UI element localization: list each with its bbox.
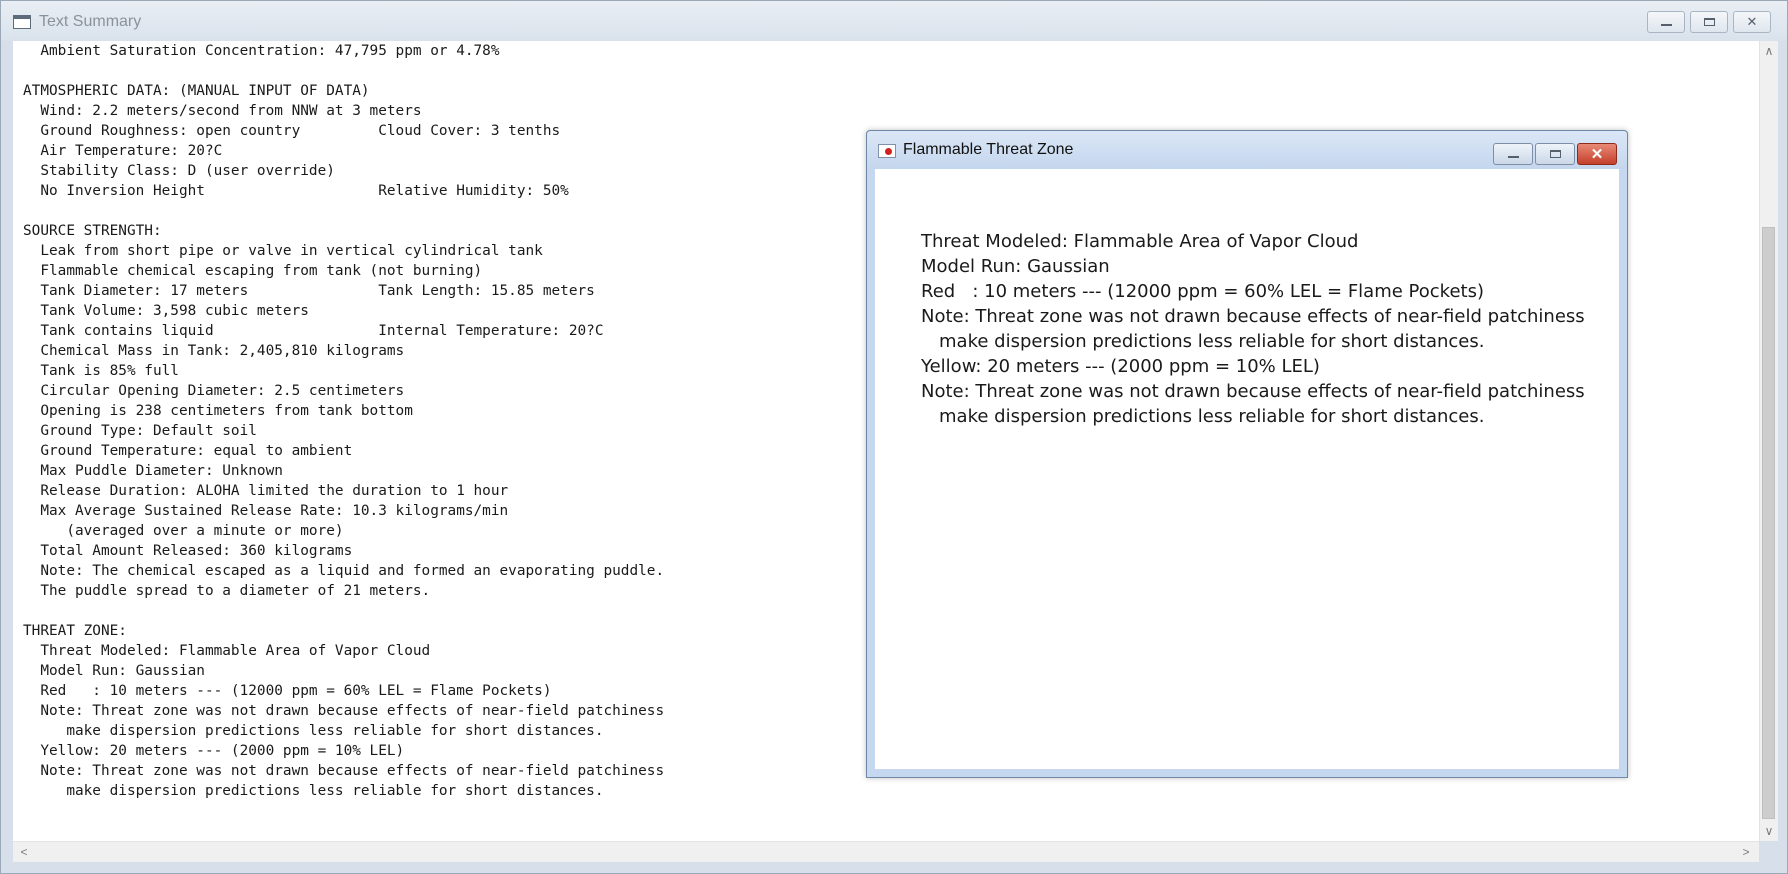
threat-line: make dispersion predictions less reliabl… [939,406,1485,427]
maximize-button[interactable] [1690,11,1728,33]
summary-line: Note: Threat zone was not drawn because … [23,703,665,719]
summary-line: Tank contains liquid Internal Temperatur… [23,323,604,339]
close-button[interactable]: ✕ [1733,11,1771,33]
summary-line: Stability Class: D (user override) [23,163,335,179]
summary-line: Total Amount Released: 360 kilograms [23,543,353,559]
summary-line: Opening is 238 centimeters from tank bot… [23,403,413,419]
threat-lines: Threat Modeled: Flammable Area of Vapor … [921,229,1585,429]
threat-line: make dispersion predictions less reliabl… [939,331,1485,352]
close-icon: ✕ [1746,14,1758,29]
summary-line: Note: Threat zone was not drawn because … [23,763,665,779]
threat-window-title: Flammable Threat Zone [903,141,1074,158]
threat-content: Threat Modeled: Flammable Area of Vapor … [875,169,1619,769]
summary-line: Air Temperature: 20?C [23,143,223,159]
horizontal-scrollbar[interactable]: < > [13,841,1759,862]
summary-line: Tank Volume: 3,598 cubic meters [23,303,309,319]
summary-line: Ground Type: Default soil [23,423,257,439]
summary-line: make dispersion predictions less reliabl… [23,723,604,739]
summary-line: Circular Opening Diameter: 2.5 centimete… [23,383,405,399]
main-titlebar[interactable]: Text Summary ✕ [1,1,1787,41]
summary-line: Max Puddle Diameter: Unknown [23,463,283,479]
summary-line: (averaged over a minute or more) [23,523,344,539]
vertical-scroll-thumb[interactable] [1762,227,1775,819]
scroll-right-icon[interactable]: > [1737,846,1755,858]
summary-line: ATMOSPHERIC DATA: (MANUAL INPUT OF DATA) [23,83,370,99]
threat-line: Threat Modeled: Flammable Area of Vapor … [921,231,1359,252]
threat-line: Note: Threat zone was not drawn because … [921,381,1585,402]
summary-line: Max Average Sustained Release Rate: 10.3… [23,503,509,519]
summary-line: Flammable chemical escaping from tank (n… [23,263,483,279]
summary-line: Tank is 85% full [23,363,179,379]
vertical-scrollbar[interactable]: ∧ ∨ [1759,41,1778,841]
minimize-icon [1507,156,1519,158]
summary-line: Red : 10 meters --- (12000 ppm = 60% LEL… [23,683,552,699]
summary-line: Note: The chemical escaped as a liquid a… [23,563,665,579]
threat-line: Yellow: 20 meters --- (2000 ppm = 10% LE… [921,356,1320,377]
summary-line: The puddle spread to a diameter of 21 me… [23,583,431,599]
summary-line: Threat Modeled: Flammable Area of Vapor … [23,643,431,659]
scroll-up-icon[interactable]: ∧ [1760,45,1778,57]
minimize-icon [1660,24,1672,26]
threat-close-button[interactable]: ✕ [1577,143,1617,165]
threat-maximize-button[interactable] [1535,143,1575,165]
summary-line: Ground Roughness: open country Cloud Cov… [23,123,561,139]
scroll-left-icon[interactable]: < [15,846,33,858]
summary-line: No Inversion Height Relative Humidity: 5… [23,183,569,199]
summary-line: Wind: 2.2 meters/second from NNW at 3 me… [23,103,422,119]
summary-line: SOURCE STRENGTH: [23,223,162,239]
maximize-icon [1549,150,1561,158]
close-icon: ✕ [1590,145,1604,163]
summary-line: Model Run: Gaussian [23,663,205,679]
threat-line: Model Run: Gaussian [921,256,1110,277]
summary-line: Ground Temperature: equal to ambient [23,443,353,459]
summary-text: Ambient Saturation Concentration: 47,795… [23,41,664,801]
maximize-icon [1703,18,1715,26]
summary-line: Ambient Saturation Concentration: 47,795… [23,43,500,59]
summary-line: Yellow: 20 meters --- (2000 ppm = 10% LE… [23,743,405,759]
summary-line: Release Duration: ALOHA limited the dura… [23,483,509,499]
threat-minimize-button[interactable] [1493,143,1533,165]
summary-line: Chemical Mass in Tank: 2,405,810 kilogra… [23,343,405,359]
scroll-down-icon[interactable]: ∨ [1760,825,1778,837]
flammable-threat-zone-window: Flammable Threat Zone ✕ Threat Modeled: … [866,130,1628,778]
summary-line: make dispersion predictions less reliabl… [23,783,604,799]
threat-zone-window-icon [878,144,896,158]
main-window-title: Text Summary [39,13,142,30]
summary-line: THREAT ZONE: [23,623,127,639]
threat-titlebar[interactable]: Flammable Threat Zone ✕ [867,131,1627,169]
minimize-button[interactable] [1647,11,1685,33]
threat-line: Red : 10 meters --- (12000 ppm = 60% LEL… [921,281,1484,302]
summary-line: Tank Diameter: 17 meters Tank Length: 15… [23,283,595,299]
threat-line: Note: Threat zone was not drawn because … [921,306,1585,327]
summary-line: Leak from short pipe or valve in vertica… [23,243,543,259]
text-summary-window-icon [13,15,31,29]
